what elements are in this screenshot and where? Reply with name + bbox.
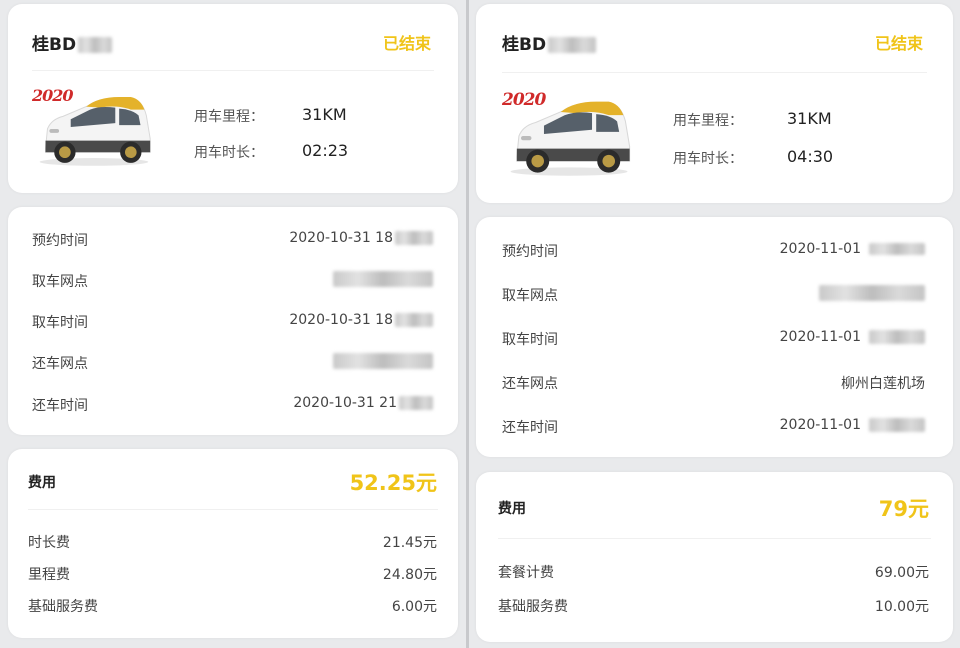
car-logo-text: 2020 [502, 90, 546, 110]
reserve-time-value: 2020-10-31 18 [289, 230, 433, 246]
mileage-label: 用车里程： [673, 113, 743, 129]
fee-item-label: 基础服务费 [28, 599, 98, 615]
return-site-label: 还车网点 [32, 356, 88, 372]
vehicle-card[interactable]: 桂BD 已结束 2020 用车里程： 31KM 用车时长： 04:30 [476, 4, 953, 203]
reserve-time-value: 2020-11-01 [780, 241, 925, 257]
fee-card[interactable]: 费用 52.25元 时长费 21.45元 里程费 24.80元 基础服务费 6.… [8, 449, 458, 638]
order-status: 已结束 [874, 34, 923, 53]
fee-card[interactable]: 费用 79元 套餐计费 69.00元 基础服务费 10.00元 [476, 472, 953, 642]
order-details-card: 预约时间 2020-10-31 18 取车网点 取车时间 2020-10-31 … [8, 207, 458, 435]
return-site-value [333, 353, 433, 369]
pickup-site-label: 取车网点 [32, 274, 88, 290]
order-details-card: 预约时间 2020-11-01 取车网点 取车时间 2020-11-01 还车网… [476, 217, 953, 457]
reserve-time-label: 预约时间 [32, 233, 88, 249]
card-divider [502, 72, 927, 73]
fee-item-label: 里程费 [28, 567, 70, 583]
car-image: 2020 [500, 88, 636, 182]
return-time-value: 2020-10-31 21 [293, 395, 433, 411]
mileage-value: 31KM [787, 109, 832, 128]
mileage-value: 31KM [302, 105, 347, 124]
fee-item-value: 10.00元 [874, 599, 929, 615]
fee-title: 费用 [28, 475, 56, 491]
mileage-label: 用车里程： [194, 109, 264, 125]
fee-divider [498, 538, 931, 539]
car-logo-text: 2020 [32, 86, 74, 105]
duration-value: 02:23 [302, 141, 349, 160]
fee-item-value: 69.00元 [874, 565, 929, 581]
blurred-plate-suffix [78, 37, 113, 53]
return-site-label: 还车网点 [502, 376, 558, 392]
pickup-site-value [819, 285, 925, 301]
pickup-site-value [333, 271, 433, 287]
duration-label: 用车时长： [194, 145, 264, 161]
fee-item-label: 基础服务费 [498, 599, 568, 615]
fee-item-value: 6.00元 [391, 599, 437, 615]
duration-value: 04:30 [787, 147, 834, 166]
fee-item-value: 21.45元 [382, 535, 437, 551]
plate-number: 桂BD [32, 30, 113, 55]
return-time-value: 2020-11-01 [780, 417, 925, 433]
pickup-time-label: 取车时间 [32, 315, 88, 331]
blurred-plate-suffix [548, 37, 597, 53]
car-image: 2020 [30, 84, 156, 172]
left-order-panel: 桂BD 已结束 2020 用车里程： 31KM 用车时长： 02:23 预约时间… [0, 0, 466, 648]
fee-item-label: 时长费 [28, 535, 70, 551]
pickup-site-label: 取车网点 [502, 288, 558, 304]
fee-total: 79元 [878, 497, 929, 521]
duration-label: 用车时长： [673, 151, 743, 167]
fee-total: 52.25元 [349, 471, 437, 495]
fee-title: 费用 [498, 501, 526, 517]
right-order-panel: 桂BD 已结束 2020 用车里程： 31KM 用车时长： 04:30 预约时间… [469, 0, 960, 648]
vehicle-card[interactable]: 桂BD 已结束 2020 用车里程： 31KM 用车时长： 02:23 [8, 4, 458, 193]
plate-number: 桂BD [502, 30, 597, 55]
fee-item-value: 24.80元 [382, 567, 437, 583]
return-site-value: 柳州白莲机场 [841, 376, 925, 392]
pickup-time-value: 2020-11-01 [780, 329, 925, 345]
fee-item-label: 套餐计费 [498, 565, 554, 581]
pickup-time-value: 2020-10-31 18 [289, 312, 433, 328]
fee-divider [28, 509, 438, 510]
reserve-time-label: 预约时间 [502, 244, 558, 260]
return-time-label: 还车时间 [502, 420, 558, 436]
card-divider [32, 70, 434, 71]
return-time-label: 还车时间 [32, 398, 88, 414]
pickup-time-label: 取车时间 [502, 332, 558, 348]
order-status: 已结束 [382, 34, 431, 53]
